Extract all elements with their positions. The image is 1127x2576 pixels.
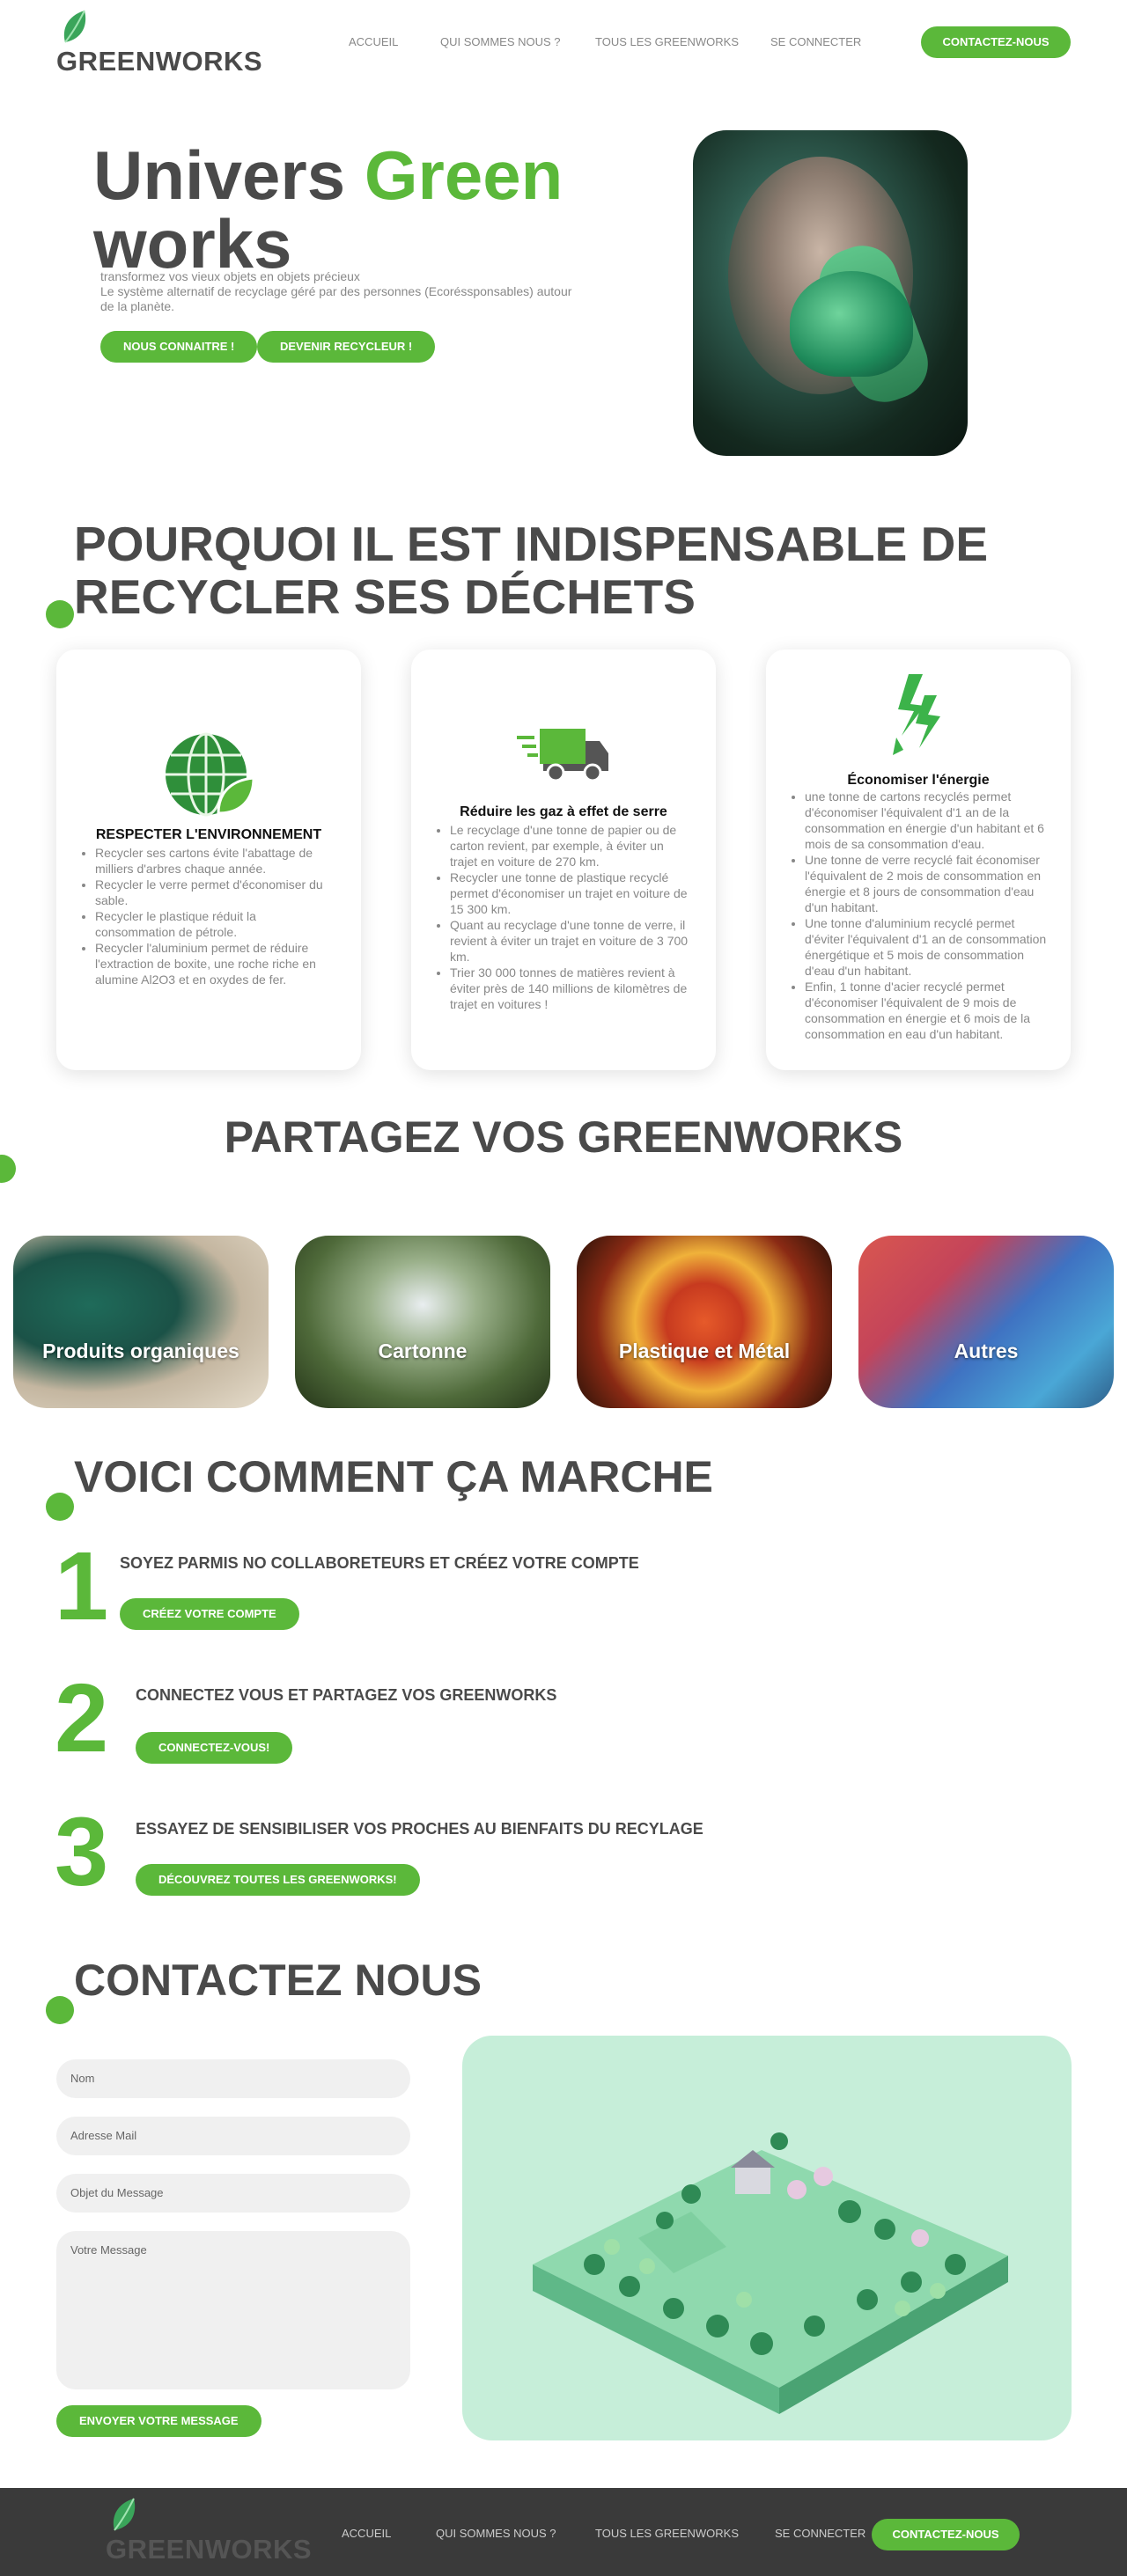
- lightning-icon: [893, 674, 940, 755]
- category-tile-plastic-metal[interactable]: Plastique et Métal: [577, 1236, 832, 1408]
- footer-logo-text: GREENWORKS: [106, 2534, 313, 2565]
- contact-button[interactable]: CONTACTEZ-NOUS: [921, 26, 1071, 58]
- footer-nav-tous-les-greenworks[interactable]: TOUS LES GREENWORKS: [595, 2527, 739, 2540]
- name-field[interactable]: Nom: [56, 2059, 410, 2098]
- category-label: Produits organiques: [42, 1339, 239, 1362]
- delivery-truck-icon: [517, 729, 608, 782]
- why-heading: POURQUOI IL EST INDISPENSABLE DE RECYCLE…: [74, 517, 988, 623]
- become-recycler-button[interactable]: DEVENIR RECYCLEUR !: [257, 331, 436, 363]
- footer-nav-accueil[interactable]: ACCUEIL: [342, 2527, 391, 2540]
- hero-subtitle-line2: Le système alternatif de recyclage géré …: [100, 284, 572, 313]
- contact-illustration: [462, 2036, 1072, 2440]
- nav-tous-les-greenworks[interactable]: TOUS LES GREENWORKS: [595, 35, 739, 48]
- how-heading: VOICI COMMENT ÇA MARCHE: [74, 1452, 713, 1501]
- leaf-logo-icon: [63, 10, 86, 43]
- login-button[interactable]: CONNECTEZ-VOUS!: [136, 1732, 293, 1764]
- about-button[interactable]: NOUS CONNAITRE !: [100, 331, 258, 363]
- hero-image: [693, 130, 968, 456]
- card-greenhouse-title: Réduire les gaz à effet de serre: [460, 804, 667, 819]
- why-heading-line2: RECYCLER SES DÉCHETS: [74, 569, 696, 624]
- subject-field[interactable]: Objet du Message: [56, 2174, 410, 2213]
- discover-greenworks-button[interactable]: DÉCOUVREZ TOUTES LES GREENWORKS!: [136, 1864, 420, 1896]
- list-item: Recycler une tonne de plastique recyclé …: [450, 870, 693, 917]
- list-item: Recycler l'aluminium permet de réduire l…: [95, 940, 338, 987]
- share-heading: PARTAGEZ VOS GREENWORKS: [224, 1112, 903, 1162]
- card-environment-title: RESPECTER L'ENVIRONNEMENT: [95, 827, 322, 842]
- hero-title: Univers Green works: [93, 141, 563, 278]
- globe-leaf-icon: [166, 732, 255, 817]
- list-item: Recycler ses cartons évite l'abattage de…: [95, 845, 338, 877]
- list-item: Enfin, 1 tonne d'acier recyclé permet d'…: [805, 979, 1048, 1042]
- step-number: 2: [55, 1664, 109, 1772]
- hero-subtitle: transformez vos vieux objets en objets p…: [100, 269, 576, 314]
- card-energy: Économiser l'énergie une tonne de carton…: [766, 650, 1071, 1070]
- step-title: CONNECTEZ VOUS ET PARTAGEZ VOS GREENWORK…: [136, 1686, 557, 1704]
- footer-nav-qui-sommes-nous[interactable]: QUI SOMMES NOUS ?: [436, 2527, 556, 2540]
- card-environment-list: Recycler ses cartons évite l'abattage de…: [83, 845, 338, 987]
- list-item: Recycler le plastique réduit la consomma…: [95, 908, 338, 940]
- decor-dot: [46, 1996, 74, 2024]
- message-field[interactable]: Votre Message: [56, 2231, 410, 2389]
- send-message-button[interactable]: ENVOYER VOTRE MESSAGE: [56, 2405, 261, 2437]
- footer-contact-button[interactable]: CONTACTEZ-NOUS: [872, 2519, 1020, 2550]
- why-heading-line1: POURQUOI IL EST INDISPENSABLE DE: [74, 517, 989, 571]
- category-label: Plastique et Métal: [618, 1339, 791, 1362]
- decor-dot: [46, 1493, 74, 1521]
- step-number: 1: [55, 1532, 109, 1640]
- list-item: une tonne de cartons recyclés permet d'é…: [805, 789, 1048, 852]
- list-item: Recycler le verre permet d'économiser du…: [95, 877, 338, 908]
- category-tile-organic[interactable]: Produits organiques: [13, 1236, 269, 1408]
- email-field[interactable]: Adresse Mail: [56, 2117, 410, 2155]
- create-account-button[interactable]: CRÉEZ VOTRE COMPTE: [120, 1598, 299, 1630]
- nav-qui-sommes-nous[interactable]: QUI SOMMES NOUS ?: [440, 35, 561, 48]
- site-footer: GREENWORKS ACCUEIL QUI SOMMES NOUS ? TOU…: [0, 2488, 1127, 2576]
- decor-dot: [46, 600, 74, 628]
- category-label: Cartonne: [378, 1339, 468, 1362]
- list-item: Quant au recyclage d'une tonne de verre,…: [450, 917, 693, 965]
- card-greenhouse: Réduire les gaz à effet de serre Le recy…: [411, 650, 716, 1070]
- card-greenhouse-list: Le recyclage d'une tonne de papier ou de…: [438, 822, 693, 1012]
- category-label: Autres: [954, 1339, 1019, 1362]
- island-illustration: [533, 2132, 1008, 2414]
- list-item: Trier 30 000 tonnes de matières revient …: [450, 965, 693, 1012]
- hero-image-mask: [790, 271, 913, 377]
- site-header: GREENWORKS ACCUEIL QUI SOMMES NOUS ? TOU…: [0, 0, 1127, 88]
- step-title: SOYEZ PARMIS NO COLLABORETEURS ET CRÉEZ …: [120, 1554, 639, 1572]
- category-tile-others[interactable]: Autres: [858, 1236, 1114, 1408]
- contact-heading: CONTACTEZ NOUS: [74, 1956, 482, 2005]
- list-item: Le recyclage d'une tonne de papier ou de…: [450, 822, 693, 870]
- nav-accueil[interactable]: ACCUEIL: [349, 35, 398, 48]
- list-item: Une tonne d'aluminium recyclé permet d'é…: [805, 915, 1048, 979]
- hero-subtitle-line1: transformez vos vieux objets en objets p…: [100, 269, 360, 283]
- leaf-logo-icon: [113, 2498, 136, 2531]
- step-title: ESSAYEZ DE SENSIBILISER VOS PROCHES AU B…: [136, 1820, 703, 1838]
- hero-title-part1: Univers: [93, 136, 365, 214]
- card-energy-title: Économiser l'énergie: [847, 773, 990, 788]
- footer-nav-se-connecter[interactable]: SE CONNECTER: [775, 2527, 866, 2540]
- hero-title-green: Green: [364, 136, 564, 214]
- card-environment: RESPECTER L'ENVIRONNEMENT Recycler ses c…: [56, 650, 361, 1070]
- category-tile-cardboard[interactable]: Cartonne: [295, 1236, 550, 1408]
- logo-text: GREENWORKS: [56, 46, 263, 77]
- nav-se-connecter[interactable]: SE CONNECTER: [770, 35, 861, 48]
- step-number: 3: [55, 1798, 109, 1906]
- list-item: Une tonne de verre recyclé fait économis…: [805, 852, 1048, 915]
- card-energy-list: une tonne de cartons recyclés permet d'é…: [792, 789, 1048, 1042]
